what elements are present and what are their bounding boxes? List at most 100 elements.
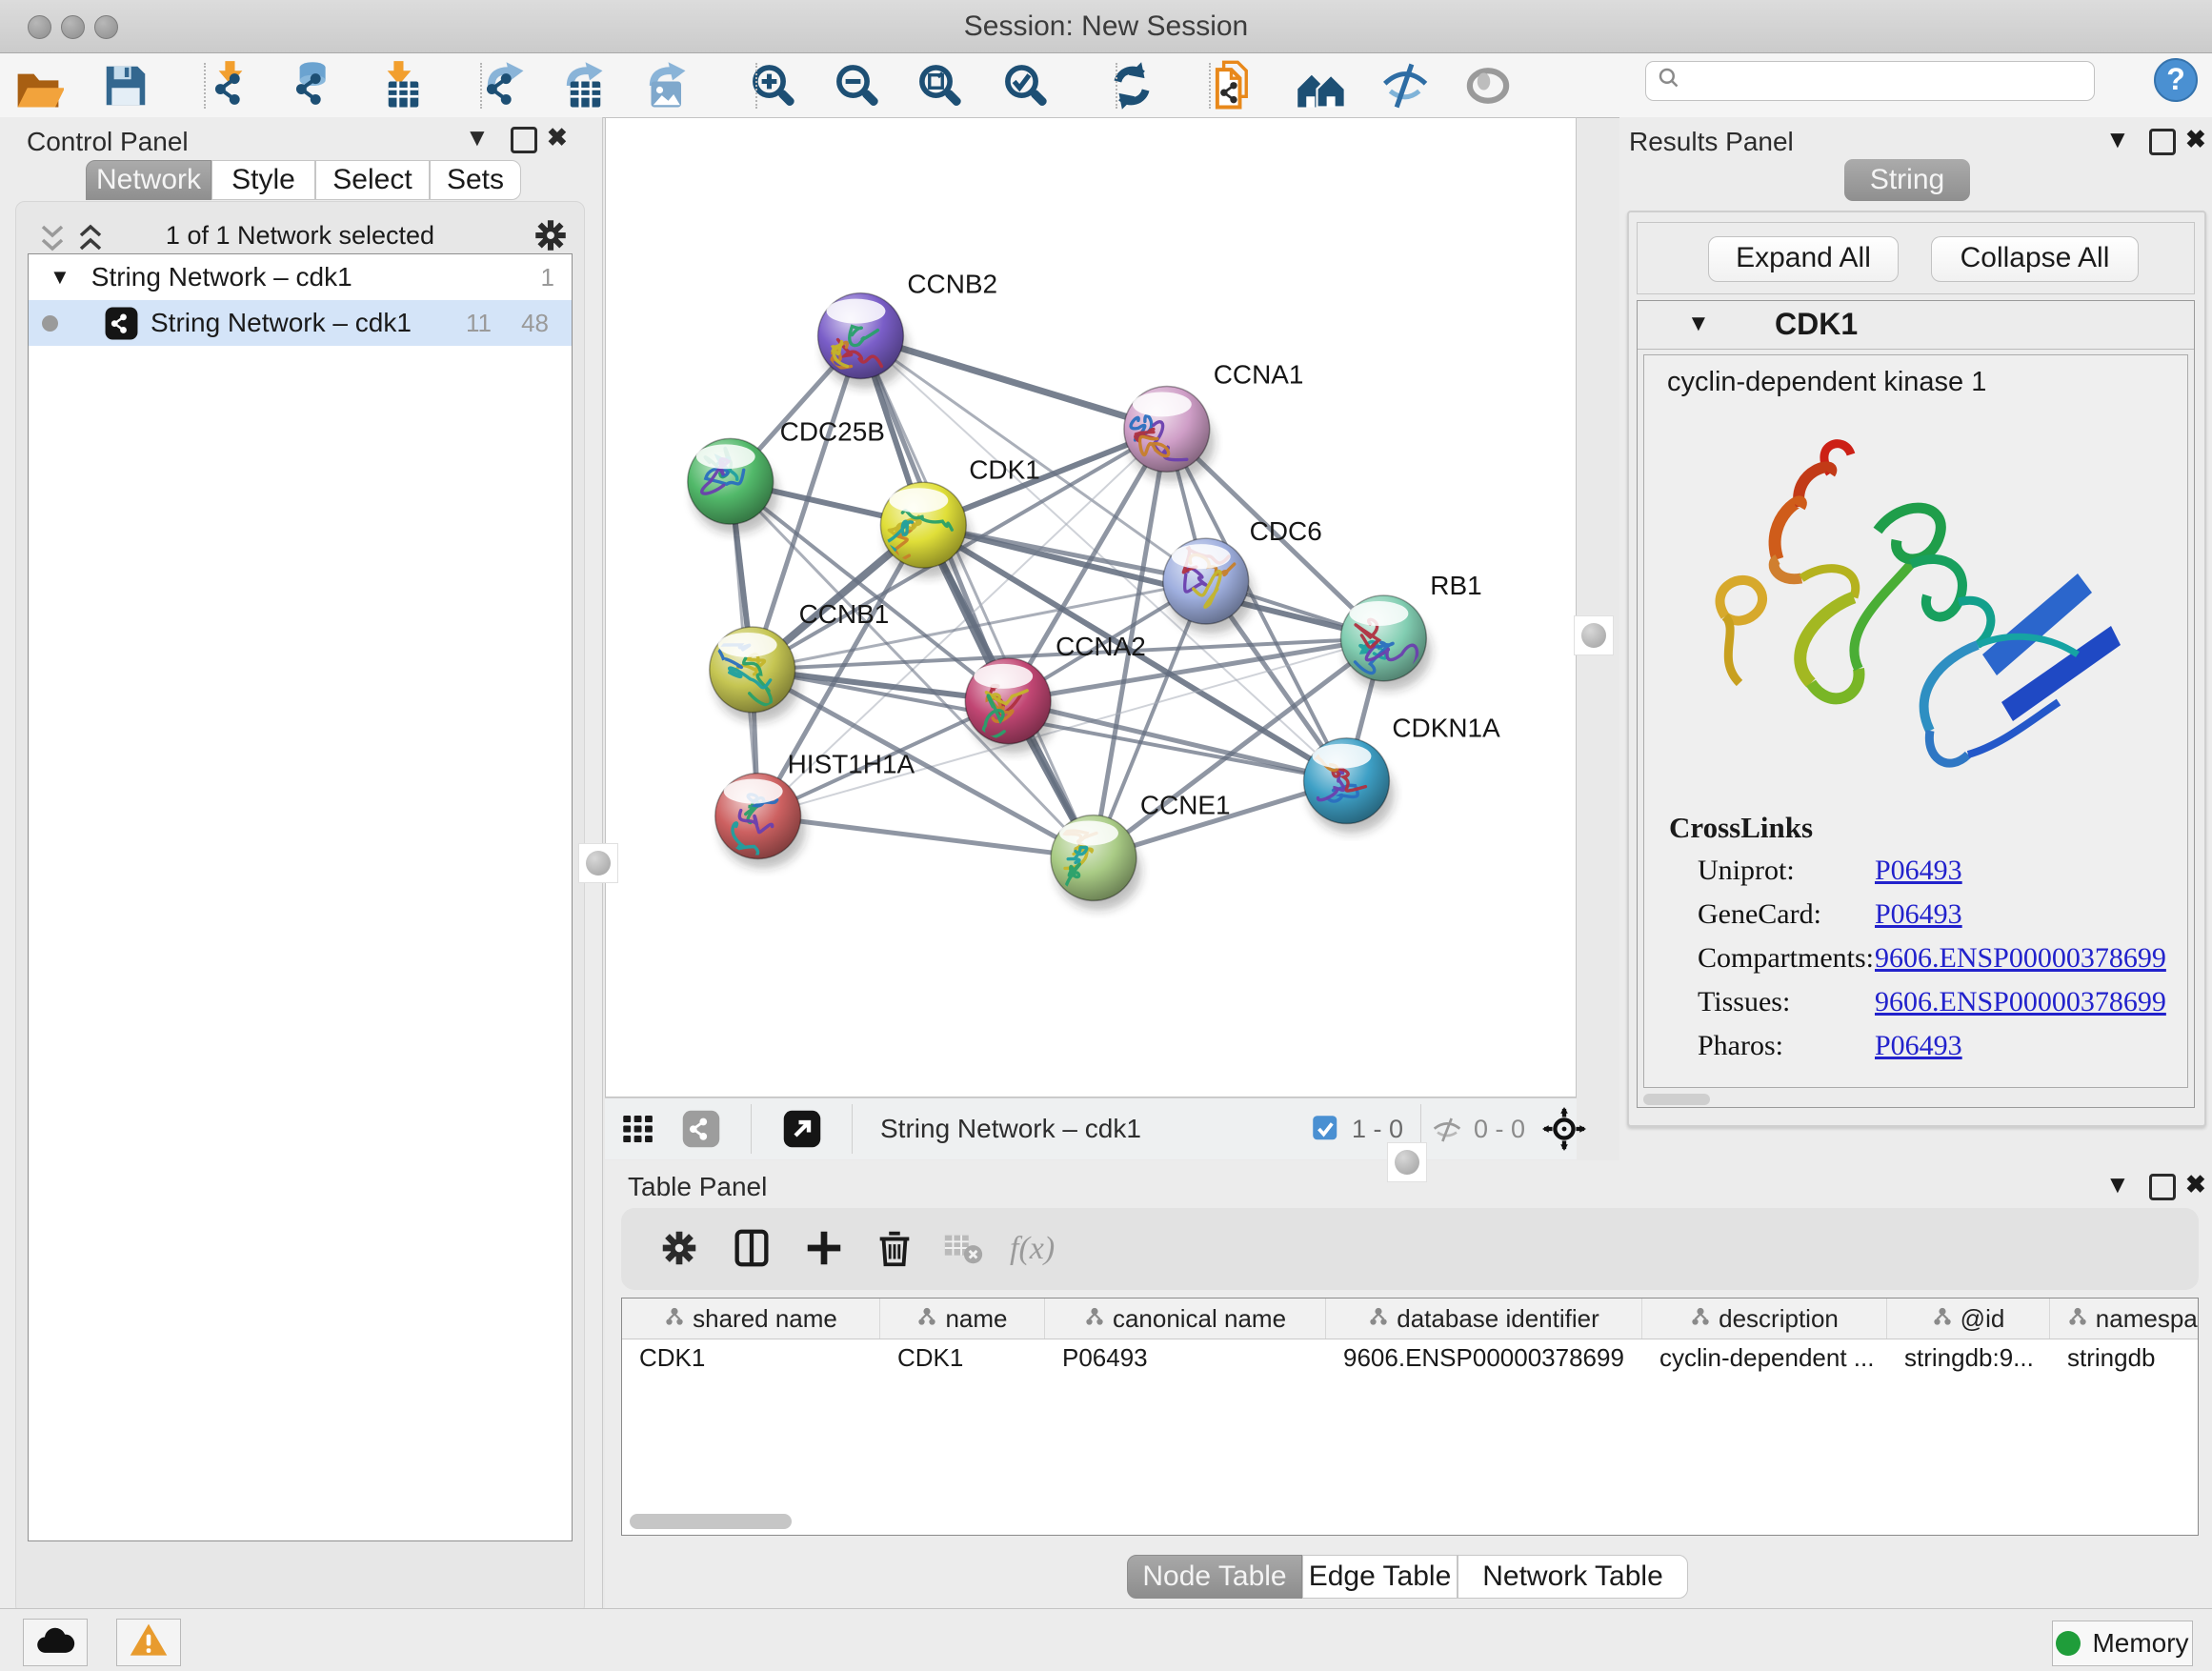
results-hscrollbar[interactable] <box>1643 1094 1710 1105</box>
network-node-cdk1[interactable] <box>880 482 971 577</box>
zoom-fit-icon[interactable] <box>914 59 967 112</box>
protein-section-header[interactable]: ▼ CDK1 <box>1638 301 2194 350</box>
close-panel-icon[interactable]: ✖ <box>2185 1170 2206 1199</box>
column-header-databaseidentifier[interactable]: database identifier <box>1326 1299 1642 1339</box>
network-edge[interactable] <box>1008 701 1346 781</box>
network-node-cdkn1a[interactable] <box>1304 738 1395 834</box>
import-network-from-database-icon[interactable] <box>285 59 338 112</box>
add-column-icon[interactable] <box>802 1226 848 1272</box>
column-label: database identifier <box>1397 1304 1599 1334</box>
network-node-ccnb2[interactable] <box>818 293 909 389</box>
collapse-all-button[interactable]: Collapse All <box>1931 236 2139 282</box>
network-tree-row[interactable]: ▼String Network – cdk11 <box>29 254 572 300</box>
warnings-button[interactable] <box>116 1619 181 1666</box>
column-header-name[interactable]: name <box>880 1299 1045 1339</box>
tab-string[interactable]: String <box>1844 159 1970 201</box>
network-edge[interactable] <box>758 816 1094 858</box>
import-string-network-icon[interactable] <box>1209 59 1262 112</box>
crosslinks-title: CrossLinks <box>1669 811 1813 845</box>
tab-network[interactable]: Network <box>86 160 211 200</box>
tab-network-table[interactable]: Network Table <box>1458 1555 1688 1599</box>
string-website-icon[interactable] <box>1295 59 1348 112</box>
zoom-out-icon[interactable] <box>831 59 884 112</box>
grid-view-icon[interactable] <box>618 1109 658 1149</box>
gear-icon[interactable] <box>657 1226 703 1272</box>
zoom-selected-icon[interactable] <box>999 59 1053 112</box>
column-label: canonical name <box>1113 1304 1286 1334</box>
crosslink-value-link[interactable]: 9606.ENSP00000378699 <box>1875 986 2166 1018</box>
open-file-icon[interactable] <box>11 59 65 112</box>
selected-checkbox-icon[interactable] <box>1312 1115 1340 1143</box>
refresh-network-icon[interactable] <box>1105 59 1158 112</box>
network-node-cdc6[interactable] <box>1163 538 1254 634</box>
maximize-panel-icon[interactable] <box>511 127 537 153</box>
network-node-ccna1[interactable] <box>1124 386 1215 481</box>
node-label: CCNE1 <box>1140 791 1231 820</box>
node-label: HIST1H1A <box>788 750 915 779</box>
expand-all-button[interactable]: Expand All <box>1708 236 1899 282</box>
tab-select[interactable]: Select <box>315 160 430 200</box>
network-tree-row[interactable]: String Network – cdk11148 <box>29 300 572 346</box>
network-edge[interactable] <box>860 336 1094 858</box>
column-header-canonicalname[interactable]: canonical name <box>1045 1299 1326 1339</box>
control-panel: Control Panel ▼ ✖ NetworkStyleSelectSets… <box>0 117 603 1608</box>
tab-node-table[interactable]: Node Table <box>1127 1555 1302 1599</box>
table-cell[interactable]: 9606.ENSP00000378699 <box>1326 1339 1642 1377</box>
select-columns-icon[interactable] <box>730 1226 775 1272</box>
left-splitter-handle[interactable] <box>578 843 618 883</box>
float-panel-icon[interactable]: ▼ <box>2105 125 2130 154</box>
help-icon[interactable]: ? <box>2153 57 2199 103</box>
close-panel-icon[interactable]: ✖ <box>2185 125 2206 154</box>
status-bar: Memory <box>0 1608 2212 1671</box>
export-network-icon[interactable] <box>475 59 529 112</box>
network-node-rb1[interactable] <box>1340 595 1431 691</box>
float-panel-icon[interactable]: ▼ <box>465 123 490 152</box>
crosslink-value-link[interactable]: 9606.ENSP00000378699 <box>1875 942 2166 975</box>
maximize-panel-icon[interactable] <box>2149 129 2176 155</box>
show-results-panel-icon[interactable] <box>1461 59 1515 112</box>
delete-column-icon[interactable] <box>873 1226 918 1272</box>
share-view-icon[interactable] <box>681 1109 721 1149</box>
network-node-cdc25b[interactable] <box>688 438 778 534</box>
detach-view-icon[interactable] <box>782 1109 822 1149</box>
memory-button[interactable]: Memory <box>2052 1621 2193 1666</box>
birdseye-crosshair-icon[interactable] <box>1542 1107 1586 1151</box>
cloud-button[interactable] <box>23 1619 88 1666</box>
collapse-triangle-icon[interactable]: ▼ <box>1687 311 1710 337</box>
table-cell[interactable]: cyclin-dependent ... <box>1642 1339 1887 1377</box>
right-splitter-handle[interactable] <box>1574 615 1614 655</box>
tab-sets[interactable]: Sets <box>430 160 521 200</box>
export-image-icon[interactable] <box>637 59 691 112</box>
hide-results-panel-icon[interactable] <box>1377 59 1431 112</box>
column-header-description[interactable]: description <box>1642 1299 1887 1339</box>
tab-style[interactable]: Style <box>211 160 315 200</box>
bottom-splitter-handle[interactable] <box>1387 1142 1427 1182</box>
expand-triangle-icon[interactable]: ▼ <box>50 265 70 290</box>
column-label: description <box>1719 1304 1839 1334</box>
table-cell[interactable]: P06493 <box>1045 1339 1326 1377</box>
table-hscrollbar[interactable] <box>630 1514 792 1529</box>
tab-edge-table[interactable]: Edge Table <box>1302 1555 1458 1599</box>
crosslink-value-link[interactable]: P06493 <box>1875 855 1962 887</box>
import-table-icon[interactable] <box>372 59 426 112</box>
crosslink-value-link[interactable]: P06493 <box>1875 898 1962 931</box>
column-header-namespace[interactable]: namespace <box>2050 1299 2199 1339</box>
table-cell[interactable]: CDK1 <box>622 1339 880 1377</box>
table-cell[interactable]: stringdb:9... <box>1887 1339 2050 1377</box>
table-cell[interactable]: CDK1 <box>880 1339 1045 1377</box>
search-field[interactable] <box>1645 61 2095 101</box>
export-table-icon[interactable] <box>554 59 608 112</box>
network-node-hist1h1a[interactable] <box>715 774 806 869</box>
maximize-panel-icon[interactable] <box>2149 1174 2176 1200</box>
crosslink-value-link[interactable]: P06493 <box>1875 1030 1962 1062</box>
save-session-icon[interactable] <box>99 59 152 112</box>
network-view-canvas[interactable]: CCNB2CCNA1CDC25BCDK1CDC6RB1CCNB1CCNA2CDK… <box>605 117 1577 1097</box>
column-header-sharedname[interactable]: shared name <box>622 1299 880 1339</box>
search-input[interactable] <box>1694 66 2094 97</box>
table-cell[interactable]: stringdb <box>2050 1339 2199 1377</box>
float-panel-icon[interactable]: ▼ <box>2105 1170 2130 1199</box>
import-network-icon[interactable] <box>204 59 257 112</box>
close-panel-icon[interactable]: ✖ <box>547 123 568 152</box>
column-header-id[interactable]: @id <box>1887 1299 2050 1339</box>
table-row[interactable]: CDK1CDK1P064939606.ENSP00000378699cyclin… <box>622 1339 2199 1377</box>
